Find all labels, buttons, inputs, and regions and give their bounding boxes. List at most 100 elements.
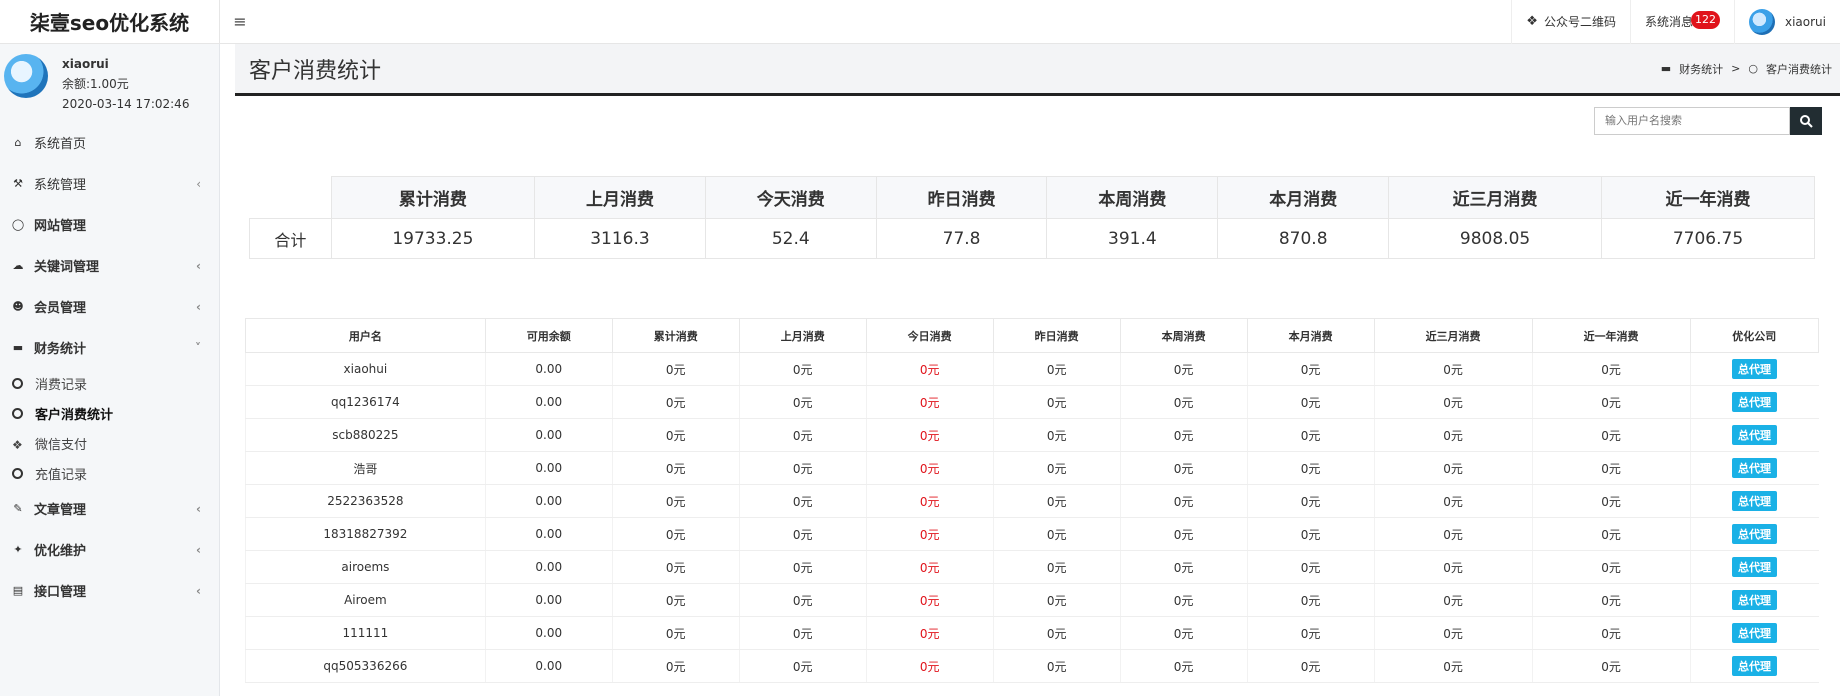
cell-last-month: 0元 bbox=[738, 583, 867, 617]
cell-week: 0元 bbox=[1119, 583, 1248, 617]
cell-week: 0元 bbox=[1119, 451, 1248, 485]
cell-3months: 0元 bbox=[1373, 517, 1533, 551]
sidebar-subitem-wechat-pay[interactable]: ❖ 微信支付 bbox=[0, 428, 219, 458]
summary-header: 近三月消费 bbox=[1388, 176, 1603, 219]
cell-balance: 0.00 bbox=[484, 517, 613, 551]
cell-month: 0元 bbox=[1246, 418, 1375, 452]
sidebar-subitem-consume-records[interactable]: 消费记录 bbox=[0, 368, 219, 398]
company-tag[interactable]: 总代理 bbox=[1732, 590, 1778, 610]
cell-total: 0元 bbox=[611, 649, 740, 683]
cell-year: 0元 bbox=[1531, 451, 1691, 485]
cell-yesterday: 0元 bbox=[992, 517, 1121, 551]
sidebar-item-optimize[interactable]: ✦ 优化维护 ‹ bbox=[0, 529, 219, 570]
main-content: 客户消费统计 ▬ 财务统计 > ○ 客户消费统计 累计消费 上月消费 今天消费 … bbox=[221, 44, 1840, 696]
sidebar-toggle-icon[interactable]: ≡ bbox=[220, 12, 260, 31]
column-header[interactable]: 用户名 bbox=[245, 318, 486, 353]
company-tag[interactable]: 总代理 bbox=[1732, 656, 1778, 676]
sidebar-item-articles[interactable]: ✎ 文章管理 ‹ bbox=[0, 488, 219, 529]
cell-yesterday: 0元 bbox=[992, 418, 1121, 452]
cell-total: 0元 bbox=[611, 583, 740, 617]
sidebar-menu: ⌂ 系统首页 ⚒ 系统管理 ‹ ◯ 网站管理 ☁ 关键词管理 ‹ ☻ 会员管理 … bbox=[0, 122, 219, 611]
search-input[interactable] bbox=[1594, 107, 1790, 135]
cell-total: 0元 bbox=[611, 484, 740, 518]
cell-today: 0元 bbox=[865, 550, 994, 584]
breadcrumb-parent[interactable]: 财务统计 bbox=[1679, 61, 1723, 77]
search-button[interactable] bbox=[1790, 107, 1822, 135]
qrcode-link[interactable]: ❖ 公众号二维码 bbox=[1511, 0, 1630, 44]
summary-value: 3116.3 bbox=[534, 218, 706, 259]
table-row: 浩哥 0.00 0元 0元 0元 0元 0元 0元 0元 0元 总代理 bbox=[245, 451, 1819, 485]
cell-company: 总代理 bbox=[1689, 649, 1819, 683]
company-tag[interactable]: 总代理 bbox=[1732, 425, 1778, 445]
sidebar-item-website[interactable]: ◯ 网站管理 bbox=[0, 204, 219, 245]
user-menu[interactable]: xiaorui bbox=[1733, 0, 1840, 44]
column-header[interactable]: 可用余额 bbox=[484, 318, 613, 353]
cell-balance: 0.00 bbox=[484, 550, 613, 584]
cell-yesterday: 0元 bbox=[992, 484, 1121, 518]
circle-icon: ○ bbox=[1748, 62, 1758, 75]
cell-year: 0元 bbox=[1531, 550, 1691, 584]
cell-total: 0元 bbox=[611, 517, 740, 551]
sidebar-item-members[interactable]: ☻ 会员管理 ‹ bbox=[0, 286, 219, 327]
cell-today: 0元 bbox=[865, 418, 994, 452]
cell-3months: 0元 bbox=[1373, 616, 1533, 650]
cell-total: 0元 bbox=[611, 451, 740, 485]
user-last-login: 2020-03-14 17:02:46 bbox=[62, 97, 190, 111]
column-header[interactable]: 上月消费 bbox=[738, 318, 867, 353]
column-header[interactable]: 累计消费 bbox=[611, 318, 740, 353]
cell-company: 总代理 bbox=[1689, 451, 1819, 485]
company-tag[interactable]: 总代理 bbox=[1732, 491, 1778, 511]
company-tag[interactable]: 总代理 bbox=[1732, 392, 1778, 412]
company-tag[interactable]: 总代理 bbox=[1732, 623, 1778, 643]
sidebar-item-home[interactable]: ⌂ 系统首页 bbox=[0, 122, 219, 163]
cell-balance: 0.00 bbox=[484, 484, 613, 518]
sidebar-item-finance[interactable]: ▬ 财务统计 ˅ bbox=[0, 327, 219, 368]
search-bar bbox=[1594, 107, 1822, 135]
cell-yesterday: 0元 bbox=[992, 616, 1121, 650]
sidebar-item-system[interactable]: ⚒ 系统管理 ‹ bbox=[0, 163, 219, 204]
cell-last-month: 0元 bbox=[738, 418, 867, 452]
column-header[interactable]: 近三月消费 bbox=[1373, 318, 1533, 353]
company-tag[interactable]: 总代理 bbox=[1732, 524, 1778, 544]
sidebar-item-keywords[interactable]: ☁ 关键词管理 ‹ bbox=[0, 245, 219, 286]
circle-icon bbox=[12, 467, 23, 479]
cell-week: 0元 bbox=[1119, 550, 1248, 584]
sidebar-item-api[interactable]: ▤ 接口管理 ‹ bbox=[0, 570, 219, 611]
sidebar-item-label: 优化维护 bbox=[34, 544, 87, 559]
circle-icon bbox=[12, 377, 23, 389]
summary-header: 近一年消费 bbox=[1601, 176, 1815, 219]
summary-header: 昨日消费 bbox=[875, 176, 1048, 219]
company-tag[interactable]: 总代理 bbox=[1732, 458, 1778, 478]
cell-month: 0元 bbox=[1246, 385, 1375, 419]
chevron-left-icon: ‹ bbox=[196, 176, 201, 191]
column-header[interactable]: 本周消费 bbox=[1119, 318, 1248, 353]
company-tag[interactable]: 总代理 bbox=[1732, 359, 1778, 379]
cell-today: 0元 bbox=[865, 484, 994, 518]
cell-year: 0元 bbox=[1531, 385, 1691, 419]
cell-today: 0元 bbox=[865, 649, 994, 683]
sidebar-subitem-customer-stats[interactable]: 客户消费统计 bbox=[0, 398, 219, 428]
sidebar-subitem-recharge[interactable]: 充值记录 bbox=[0, 458, 219, 488]
cell-balance: 0.00 bbox=[484, 616, 613, 650]
sidebar-subitem-label: 客户消费统计 bbox=[35, 407, 114, 423]
column-header[interactable]: 近一年消费 bbox=[1531, 318, 1691, 353]
cell-year: 0元 bbox=[1531, 649, 1691, 683]
summary-value: 7706.75 bbox=[1601, 218, 1815, 259]
column-header[interactable]: 本月消费 bbox=[1246, 318, 1375, 353]
cell-total: 0元 bbox=[611, 352, 740, 386]
summary-total-row: 合计 19733.25 3116.3 52.4 77.8 391.4 870.8… bbox=[249, 218, 1815, 259]
qrcode-label: 公众号二维码 bbox=[1543, 15, 1616, 29]
column-header[interactable]: 昨日消费 bbox=[992, 318, 1121, 353]
app-logo[interactable]: 柒壹seo优化系统 bbox=[0, 0, 220, 44]
messages-link[interactable]: 系统消息 122 bbox=[1629, 0, 1734, 44]
cell-yesterday: 0元 bbox=[992, 649, 1121, 683]
column-header[interactable]: 优化公司 bbox=[1689, 318, 1820, 353]
company-tag[interactable]: 总代理 bbox=[1732, 557, 1778, 577]
summary-header: 本月消费 bbox=[1217, 176, 1390, 219]
cell-today: 0元 bbox=[865, 385, 994, 419]
column-header[interactable]: 今日消费 bbox=[865, 318, 994, 353]
sidebar-item-label: 网站管理 bbox=[34, 219, 87, 234]
chevron-left-icon: ‹ bbox=[196, 583, 201, 598]
cell-year: 0元 bbox=[1531, 484, 1691, 518]
summary-value: 52.4 bbox=[704, 218, 877, 259]
